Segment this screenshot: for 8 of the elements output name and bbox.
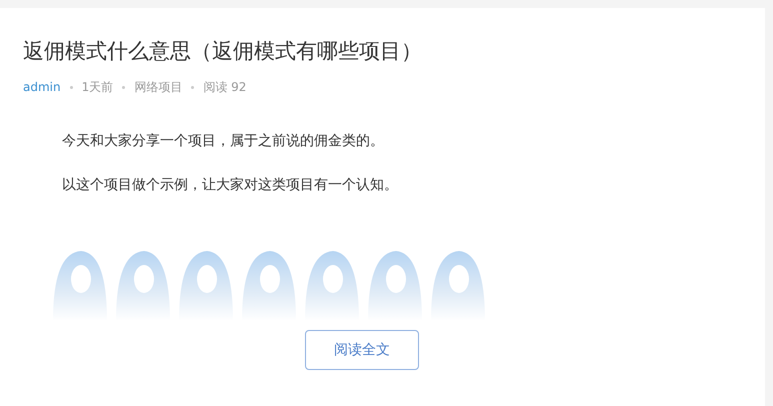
article-title: 返佣模式什么意思（返佣模式有哪些项目）	[23, 38, 422, 65]
post-time: 1天前	[82, 79, 114, 95]
paragraph: 以这个项目做个示例，让大家对这类项目有一个认知。	[62, 176, 398, 195]
author-link[interactable]: admin	[23, 79, 61, 95]
read-more-button[interactable]: 阅读全文	[305, 330, 419, 370]
category-label: 网络项目	[134, 79, 182, 95]
view-count: 阅读 92	[203, 79, 246, 95]
paragraph: 今天和大家分享一个项目，属于之前说的佣金类的。	[62, 132, 384, 151]
